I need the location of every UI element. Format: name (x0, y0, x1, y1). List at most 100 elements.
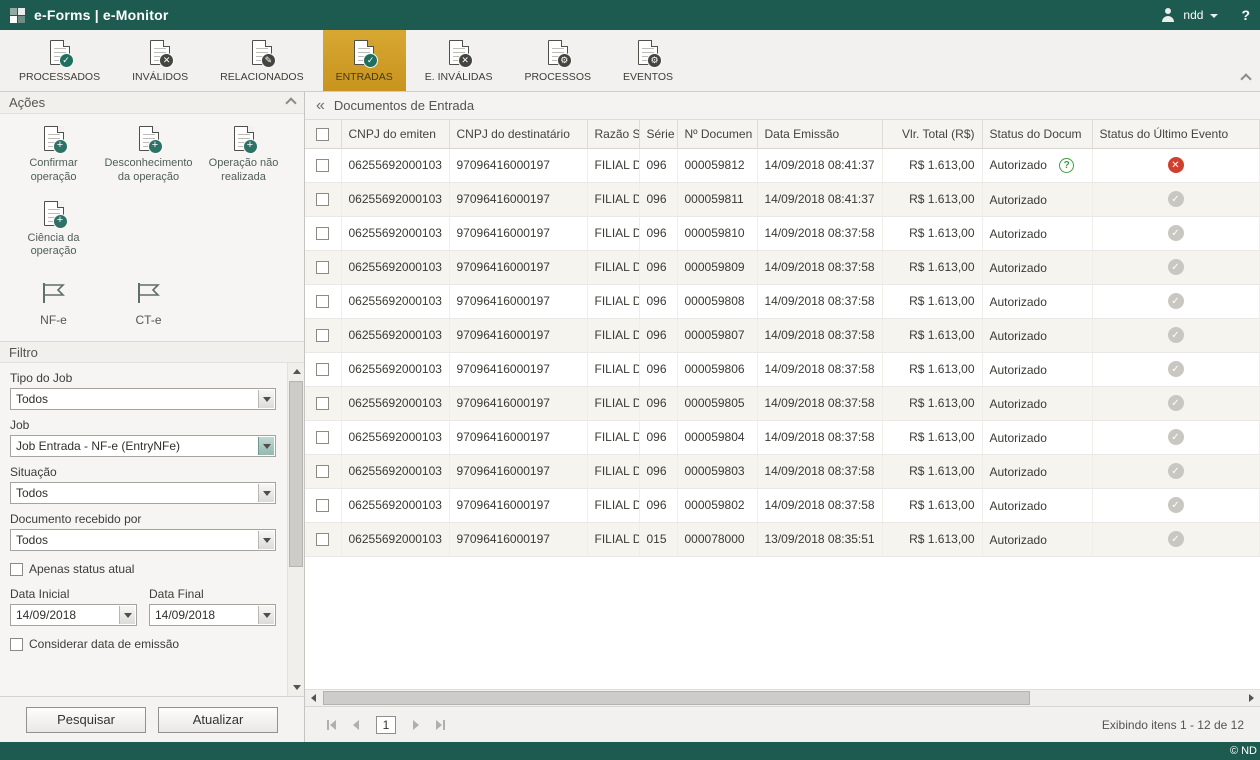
last-page-button[interactable] (436, 720, 445, 730)
scrollbar-thumb[interactable] (323, 691, 1030, 705)
row-checkbox[interactable] (316, 193, 329, 206)
row-checkbox[interactable] (316, 329, 329, 342)
row-checkbox[interactable] (316, 431, 329, 444)
collapse-actions-icon[interactable] (285, 97, 296, 108)
action-button[interactable]: Confirmar operação (6, 126, 101, 185)
user-menu-caret-icon[interactable] (1210, 14, 1218, 18)
table-row[interactable]: 06255692000103 97096416000197 FILIAL D 0… (305, 522, 1259, 556)
ribbon-tab[interactable]: RELACIONADOS (207, 30, 316, 91)
first-page-button[interactable] (327, 720, 336, 730)
collapse-ribbon-icon[interactable] (1240, 73, 1251, 84)
doc-type-button[interactable]: CT-e (101, 281, 196, 327)
select-all-checkbox[interactable] (316, 128, 329, 141)
action-button[interactable]: Operação não realizada (196, 126, 291, 185)
row-checkbox[interactable] (316, 261, 329, 274)
cell-cnpj-emitente: 06255692000103 (341, 386, 449, 420)
dropdown-arrow-icon[interactable] (258, 606, 274, 624)
cell-numero-documento: 000059811 (677, 182, 757, 216)
dropdown-arrow-icon[interactable] (258, 531, 274, 549)
cell-numero-documento: 000059806 (677, 352, 757, 386)
filter-select[interactable]: Job Entrada - NF-e (EntryNFe) (10, 435, 276, 457)
row-checkbox[interactable] (316, 159, 329, 172)
filter-select-value: Job Entrada - NF-e (EntryNFe) (16, 439, 180, 453)
dropdown-arrow-icon[interactable] (119, 606, 135, 624)
cell-status-evento (1092, 148, 1259, 182)
dropdown-arrow-icon[interactable] (258, 437, 274, 455)
row-checkbox[interactable] (316, 363, 329, 376)
row-checkbox[interactable] (316, 227, 329, 240)
collapse-sidebar-button[interactable] (316, 98, 325, 114)
status-text: Autorizado (990, 158, 1047, 172)
cell-cnpj-destinatario: 97096416000197 (449, 488, 587, 522)
date-start-select[interactable]: 14/09/2018 (10, 604, 137, 626)
cell-razao-social: FILIAL D (587, 420, 639, 454)
table-row[interactable]: 06255692000103 97096416000197 FILIAL D 0… (305, 182, 1259, 216)
date-end-select[interactable]: 14/09/2018 (149, 604, 276, 626)
ribbon-tab[interactable]: PROCESSOS (511, 30, 604, 91)
document-icon (50, 40, 70, 65)
ribbon-tab[interactable]: INVÁLIDOS (119, 30, 201, 91)
ribbon-tab[interactable]: PROCESSADOS (6, 30, 113, 91)
cell-status-documento: Autorizado (982, 386, 1092, 420)
copyright-text: © ND (1230, 745, 1257, 757)
column-header[interactable]: Status do Último Evento (1092, 120, 1259, 148)
scroll-left-icon[interactable] (305, 690, 322, 706)
ribbon-tab[interactable]: EVENTOS (610, 30, 686, 91)
user-menu[interactable]: ndd (1183, 8, 1203, 22)
scroll-up-icon[interactable] (288, 363, 304, 380)
filter-field-label: Tipo do Job (10, 371, 276, 385)
table-row[interactable]: 06255692000103 97096416000197 FILIAL D 0… (305, 216, 1259, 250)
next-page-button[interactable] (413, 720, 419, 730)
column-header[interactable]: Razão S (587, 120, 639, 148)
emission-date-checkbox[interactable] (10, 638, 23, 651)
doc-type-button[interactable]: NF-e (6, 281, 101, 327)
table-row[interactable]: 06255692000103 97096416000197 FILIAL D 0… (305, 352, 1259, 386)
table-row[interactable]: 06255692000103 97096416000197 FILIAL D 0… (305, 454, 1259, 488)
column-header[interactable]: Vlr. Total (R$) (882, 120, 982, 148)
table-row[interactable]: 06255692000103 97096416000197 FILIAL D 0… (305, 488, 1259, 522)
dropdown-arrow-icon[interactable] (258, 390, 274, 408)
scroll-right-icon[interactable] (1243, 690, 1260, 706)
filter-select[interactable]: Todos (10, 388, 276, 410)
row-checkbox[interactable] (316, 295, 329, 308)
event-status-icon (1168, 327, 1184, 343)
row-checkbox[interactable] (316, 499, 329, 512)
column-header[interactable]: Status do Docum (982, 120, 1092, 148)
cell-status-documento: Autorizado (982, 148, 1092, 182)
scroll-down-icon[interactable] (288, 679, 304, 696)
dropdown-arrow-icon[interactable] (258, 484, 274, 502)
prev-page-button[interactable] (353, 720, 359, 730)
current-page-indicator[interactable]: 1 (376, 716, 396, 734)
scrollbar-thumb[interactable] (289, 381, 303, 567)
ribbon-tab[interactable]: E. INVÁLIDAS (412, 30, 506, 91)
cell-serie: 096 (639, 148, 677, 182)
row-checkbox[interactable] (316, 533, 329, 546)
column-header[interactable]: Nº Documen (677, 120, 757, 148)
row-checkbox[interactable] (316, 397, 329, 410)
ribbon-tab[interactable]: ENTRADAS (323, 30, 406, 91)
filter-scrollbar[interactable] (287, 363, 304, 696)
table-row[interactable]: 06255692000103 97096416000197 FILIAL D 0… (305, 318, 1259, 352)
column-header[interactable]: Série (639, 120, 677, 148)
table-row[interactable]: 06255692000103 97096416000197 FILIAL D 0… (305, 420, 1259, 454)
table-horizontal-scrollbar[interactable] (305, 689, 1260, 706)
row-checkbox[interactable] (316, 465, 329, 478)
action-button[interactable]: Ciência da operação (6, 201, 101, 260)
table-row[interactable]: 06255692000103 97096416000197 FILIAL D 0… (305, 284, 1259, 318)
help-button[interactable]: ? (1241, 7, 1250, 23)
current-status-checkbox[interactable] (10, 563, 23, 576)
action-button[interactable]: Desconhecimento da operação (101, 126, 196, 185)
refresh-button[interactable]: Atualizar (158, 707, 278, 733)
table-row[interactable]: 06255692000103 97096416000197 FILIAL D 0… (305, 386, 1259, 420)
table-row[interactable]: 06255692000103 97096416000197 FILIAL D 0… (305, 250, 1259, 284)
cell-cnpj-emitente: 06255692000103 (341, 420, 449, 454)
filter-field-label: Job (10, 418, 276, 432)
search-button[interactable]: Pesquisar (26, 707, 146, 733)
cell-status-documento: Autorizado (982, 216, 1092, 250)
table-row[interactable]: 06255692000103 97096416000197 FILIAL D 0… (305, 148, 1259, 182)
column-header[interactable]: CNPJ do emiten (341, 120, 449, 148)
filter-select[interactable]: Todos (10, 529, 276, 551)
column-header[interactable]: Data Emissão (757, 120, 882, 148)
column-header[interactable]: CNPJ do destinatário (449, 120, 587, 148)
filter-select[interactable]: Todos (10, 482, 276, 504)
